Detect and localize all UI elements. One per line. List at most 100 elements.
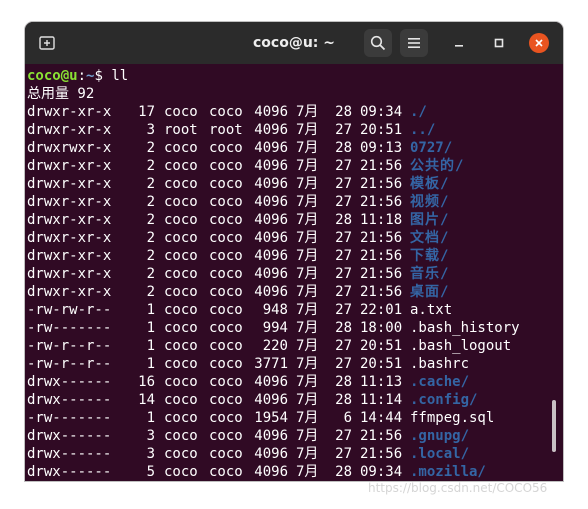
listing-day: 27 xyxy=(335,176,352,192)
listing-name: 音乐/ xyxy=(410,266,450,282)
listing-time: 21:56 xyxy=(360,284,403,300)
listing-row: drwx------ 16 coco coco 4096 7月 28 11:13 .cache/ xyxy=(27,373,561,391)
listing-user: coco xyxy=(164,464,198,480)
listing-time: 21:56 xyxy=(360,158,403,174)
listing-links: 3 xyxy=(146,428,155,444)
listing-day: 27 xyxy=(335,266,352,282)
listing-group: coco xyxy=(209,284,243,300)
listing-time: 20:51 xyxy=(360,338,403,354)
listing-perm: drwxr-xr-x xyxy=(27,230,112,246)
listing-perm: drwxr-xr-x xyxy=(27,212,112,228)
prompt-line: coco@u:~$ ll xyxy=(27,67,561,85)
listing-links: 14 xyxy=(138,392,155,408)
search-button[interactable] xyxy=(364,29,392,57)
listing-day: 27 xyxy=(335,284,352,300)
listing-row: drwxr-xr-x 2 coco coco 4096 7月 27 21:56 模板/ xyxy=(27,175,561,193)
close-button[interactable] xyxy=(529,33,549,53)
listing-group: coco xyxy=(209,446,243,462)
listing-month: 7月 xyxy=(296,230,319,246)
listing-month: 7月 xyxy=(296,374,319,390)
listing-row: drwxr-xr-x 2 coco coco 4096 7月 27 21:56 桌面/ xyxy=(27,283,561,301)
listing-user: coco xyxy=(164,158,198,174)
listing-links: 16 xyxy=(138,374,155,390)
listing-links: 5 xyxy=(146,464,155,480)
listing-row: drwxr-xr-x 3 root root 4096 7月 27 20:51 ../ xyxy=(27,121,561,139)
listing-row: -rw-rw-r-- 1 coco coco 948 7月 27 22:01 a.txt xyxy=(27,301,561,319)
listing-user: coco xyxy=(164,212,198,228)
listing-month: 7月 xyxy=(296,320,319,336)
listing-perm: drwxr-xr-x xyxy=(27,194,112,210)
listing-user: coco xyxy=(164,140,198,156)
listing-day: 28 xyxy=(335,320,352,336)
listing-month: 7月 xyxy=(296,122,319,138)
listing-group: root xyxy=(209,122,243,138)
listing-links: 3 xyxy=(146,122,155,138)
scrollbar-thumb[interactable] xyxy=(552,400,556,452)
listing-name: .mozilla/ xyxy=(410,464,486,480)
minimize-button[interactable] xyxy=(449,33,469,53)
listing-row: drwx------ 3 coco coco 4096 7月 27 21:56 .local/ xyxy=(27,445,561,463)
maximize-button[interactable] xyxy=(489,33,509,53)
listing-time: 09:34 xyxy=(360,104,403,120)
minimize-icon xyxy=(455,45,463,47)
listing-name: 模板/ xyxy=(410,176,450,192)
listing-row: drwxr-xr-x 2 coco coco 4096 7月 28 11:18 图片/ xyxy=(27,211,561,229)
listing-group: coco xyxy=(209,176,243,192)
listing-day: 28 xyxy=(335,392,352,408)
listing-name: .bash_logout xyxy=(410,338,512,354)
listing-row: drwxr-xr-x 2 coco coco 4096 7月 27 21:56 视频/ xyxy=(27,193,561,211)
listing-time: 14:44 xyxy=(360,410,403,426)
listing-group: coco xyxy=(209,392,243,408)
listing-links: 2 xyxy=(146,140,155,156)
listing-name: .config/ xyxy=(410,392,478,408)
listing-perm: drwxr-xr-x xyxy=(27,266,112,282)
listing-user: coco xyxy=(164,176,198,192)
listing-perm: drwxr-xr-x xyxy=(27,158,112,174)
listing-size: 4096 xyxy=(254,446,288,462)
listing-group: coco xyxy=(209,194,243,210)
listing-day: 27 xyxy=(335,248,352,264)
listing-month: 7月 xyxy=(296,302,319,318)
listing-day: 27 xyxy=(335,338,352,354)
listing-group: coco xyxy=(209,428,243,444)
listing-month: 7月 xyxy=(296,356,319,372)
listing-size: 1954 xyxy=(254,410,288,426)
listing-user: coco xyxy=(164,284,198,300)
listing-row: -rw-r--r-- 1 coco coco 3771 7月 27 20:51 .bashrc xyxy=(27,355,561,373)
listing-name: ./ xyxy=(410,104,427,120)
listing-row: drwxrwxr-x 2 coco coco 4096 7月 28 09:13 0727/ xyxy=(27,139,561,157)
listing-links: 1 xyxy=(146,410,155,426)
listing-user: coco xyxy=(164,446,198,462)
listing-row: -rw-r--r-- 1 coco coco 220 7月 27 20:51 .bash_log… xyxy=(27,337,561,355)
listing-user: root xyxy=(164,122,198,138)
listing-row: drwx------ 3 coco coco 4096 7月 27 21:56 .gnupg/ xyxy=(27,427,561,445)
listing-row: -rw------- 1 coco coco 1954 7月 6 14:44 ffmpeg.sq… xyxy=(27,409,561,427)
listing-size: 4096 xyxy=(254,212,288,228)
listing-user: coco xyxy=(164,230,198,246)
search-icon xyxy=(370,35,386,51)
listing-perm: drwx------ xyxy=(27,374,112,390)
listing-group: coco xyxy=(209,140,243,156)
title-bar[interactable]: coco@u: ~ xyxy=(25,22,563,64)
menu-button[interactable] xyxy=(400,29,428,57)
prompt-colon: : xyxy=(77,68,87,84)
listing-user: coco xyxy=(164,320,198,336)
listing-perm: drwxr-xr-x xyxy=(27,248,112,264)
listing-group: coco xyxy=(209,410,243,426)
listing-time: 20:51 xyxy=(360,356,403,372)
listing-user: coco xyxy=(164,356,198,372)
listing-time: 21:56 xyxy=(360,194,403,210)
listing-row: drwxr-xr-x 2 coco coco 4096 7月 27 21:56 文档/ xyxy=(27,229,561,247)
listing-group: coco xyxy=(209,338,243,354)
listing-day: 27 xyxy=(335,122,352,138)
listing-month: 7月 xyxy=(296,248,319,264)
listing-group: coco xyxy=(209,374,243,390)
listing-month: 7月 xyxy=(296,428,319,444)
listing-time: 11:18 xyxy=(360,212,403,228)
listing-links: 1 xyxy=(146,302,155,318)
listing-time: 21:56 xyxy=(360,428,403,444)
listing-perm: drwxr-xr-x xyxy=(27,104,112,120)
listing-links: 1 xyxy=(146,320,155,336)
terminal-output[interactable]: coco@u:~$ ll 总用量 92 drwxr-xr-x 17 coco coco… xyxy=(27,67,561,481)
listing-user: coco xyxy=(164,392,198,408)
